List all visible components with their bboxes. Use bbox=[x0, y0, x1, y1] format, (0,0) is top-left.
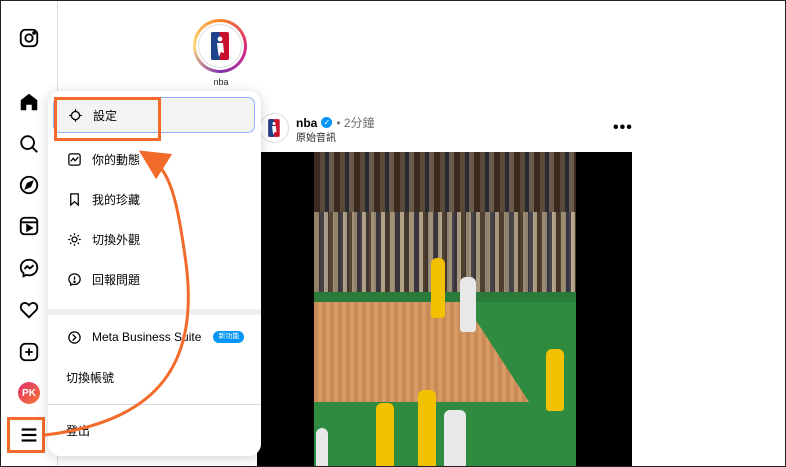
reels-icon[interactable] bbox=[17, 214, 41, 238]
post-username[interactable]: nba bbox=[296, 116, 317, 130]
post-video[interactable] bbox=[257, 152, 632, 466]
create-icon[interactable] bbox=[17, 340, 41, 364]
menu-item-label: Meta Business Suite bbox=[92, 330, 202, 344]
menu-item-switch-account[interactable]: 切換帳號 bbox=[48, 359, 261, 395]
menu-item-label: 切換帳號 bbox=[66, 370, 115, 385]
video-frame bbox=[314, 152, 576, 466]
menu-item-report-problem[interactable]: 回報問題 bbox=[48, 261, 261, 297]
menu-item-your-activity[interactable]: 你的動態 bbox=[48, 141, 261, 177]
heart-icon[interactable] bbox=[17, 298, 41, 322]
story-ring bbox=[193, 19, 247, 73]
instagram-icon[interactable] bbox=[17, 26, 41, 50]
menu-item-logout[interactable]: 登出 bbox=[48, 412, 261, 448]
settings-highlight-box bbox=[54, 97, 161, 141]
menu-item-label: 你的動態 bbox=[92, 152, 141, 167]
verified-badge-icon: ✓ bbox=[321, 117, 333, 128]
screenshot-frame: PK nba nba ✓ • 2分鐘 原始音訊 ••• 設定 你的動態 我的珍藏… bbox=[0, 0, 786, 467]
more-menu-panel: 設定 你的動態 我的珍藏 切換外觀 回報問題 Meta Business Sui… bbox=[48, 91, 261, 456]
messenger-icon[interactable] bbox=[17, 256, 41, 280]
post-author-avatar[interactable] bbox=[259, 113, 289, 143]
menu-item-label: 登出 bbox=[66, 423, 91, 438]
menu-item-meta-business-suite[interactable]: Meta Business Suite 新功能 bbox=[48, 319, 261, 355]
bookmark-icon bbox=[66, 191, 82, 207]
meta-business-suite-icon bbox=[66, 329, 82, 345]
menu-separator-thin bbox=[48, 404, 261, 405]
home-icon[interactable] bbox=[17, 90, 41, 114]
menu-separator bbox=[48, 309, 261, 315]
story-username: nba bbox=[213, 77, 229, 87]
post-timestamp[interactable]: • 2分鐘 bbox=[336, 114, 374, 131]
nba-logo-icon bbox=[198, 24, 242, 68]
report-icon bbox=[66, 271, 82, 287]
menu-item-label: 我的珍藏 bbox=[92, 192, 141, 207]
profile-avatar[interactable]: PK bbox=[18, 382, 40, 404]
sun-icon bbox=[66, 231, 82, 247]
new-feature-badge: 新功能 bbox=[213, 331, 245, 343]
post-audio[interactable]: 原始音訊 bbox=[296, 129, 336, 144]
activity-icon bbox=[66, 151, 82, 167]
menu-item-switch-appearance[interactable]: 切換外觀 bbox=[48, 221, 261, 257]
story-item[interactable]: nba bbox=[193, 19, 249, 87]
search-icon[interactable] bbox=[17, 132, 41, 156]
post-more-options-icon[interactable]: ••• bbox=[613, 119, 633, 137]
menu-item-label: 切換外觀 bbox=[92, 232, 141, 247]
more-button-highlight bbox=[7, 417, 45, 453]
menu-item-saved[interactable]: 我的珍藏 bbox=[48, 181, 261, 217]
explore-icon[interactable] bbox=[17, 173, 41, 197]
menu-item-label: 回報問題 bbox=[92, 272, 141, 287]
